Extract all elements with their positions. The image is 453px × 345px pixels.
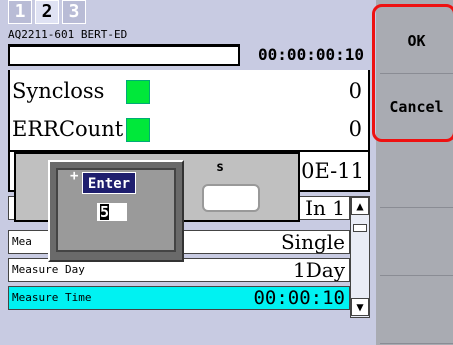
- scroll-thumb[interactable]: [353, 224, 367, 232]
- tab-2[interactable]: 2: [35, 0, 59, 24]
- partial-value: In 1: [305, 196, 345, 220]
- softkey-4[interactable]: [380, 210, 453, 276]
- device-title: AQ2211-601 BERT-ED: [8, 28, 128, 41]
- scroll-up-icon[interactable]: ▲: [351, 197, 369, 215]
- syncloss-label: Syncloss: [12, 79, 105, 103]
- focus-ring: [372, 4, 453, 142]
- enter-button[interactable]: Enter: [82, 172, 136, 194]
- syncloss-value: 0: [348, 79, 362, 103]
- measure-day-value: 1Day: [293, 258, 345, 282]
- tab-3[interactable]: 3: [62, 0, 86, 24]
- measure-mode-value: Single: [280, 230, 345, 254]
- progress-bar: [8, 44, 240, 66]
- tab-1[interactable]: 1: [8, 0, 32, 24]
- measure-day-label: Measure Day: [12, 263, 85, 276]
- softkey-5[interactable]: [380, 278, 453, 344]
- elapsed-time: 00:00:00:10: [258, 45, 364, 64]
- scroll-down-icon[interactable]: ▼: [351, 298, 369, 316]
- plus-icon: +: [70, 168, 79, 184]
- digit-value: 5: [100, 203, 110, 221]
- syncloss-led: [126, 80, 150, 104]
- errcount-value: 0: [348, 117, 362, 141]
- digit-input[interactable]: 5: [97, 203, 127, 221]
- dialog-button-right[interactable]: [202, 184, 260, 212]
- errcount-led: [126, 118, 150, 142]
- measure-mode-label: Mea: [12, 235, 32, 248]
- measure-time-value: 00:00:10: [253, 287, 345, 309]
- errcount-label: ERRCount: [12, 117, 124, 141]
- list-row-measure-time[interactable]: Measure Time 00:00:10: [8, 286, 350, 310]
- seconds-label: s: [216, 160, 224, 175]
- softkey-3[interactable]: [380, 142, 453, 208]
- measure-time-label: Measure Time: [12, 291, 92, 304]
